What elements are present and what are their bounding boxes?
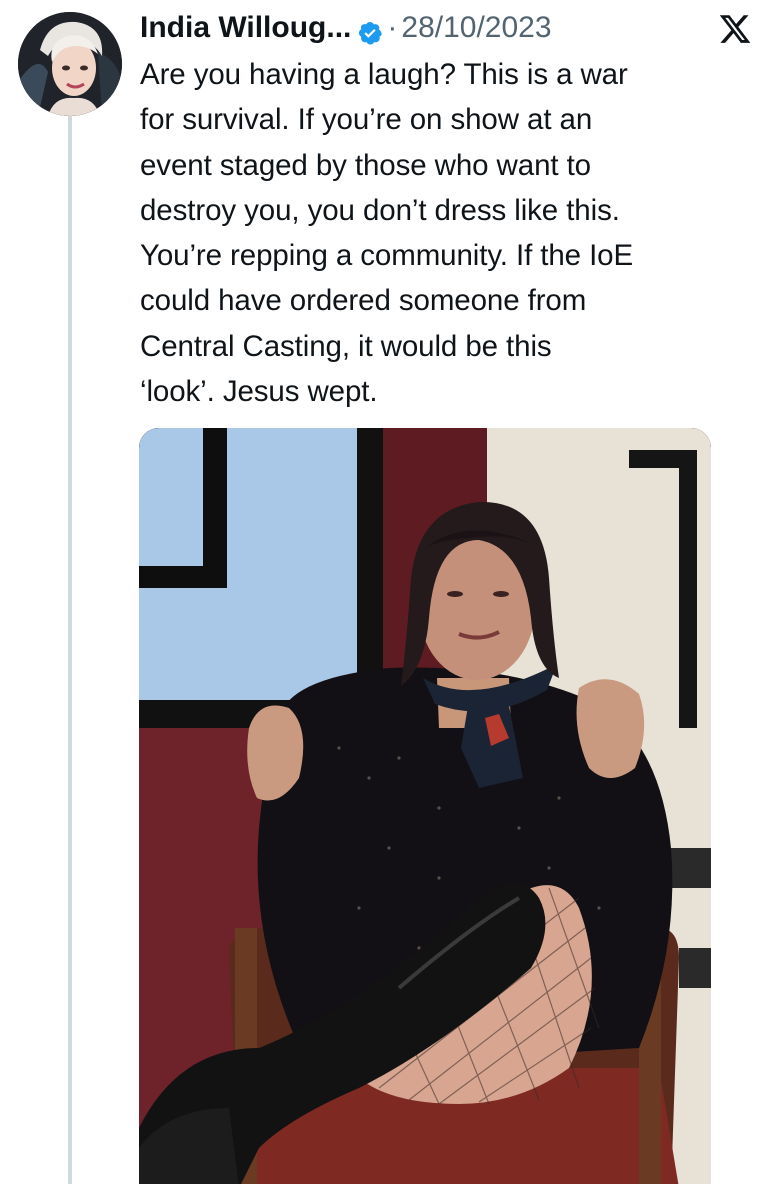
tweet: India Willoug... · 28/10/2023 Are you ha… (0, 0, 770, 1184)
tweet-text-line: event staged by those who want to (140, 148, 591, 182)
thread-line (68, 116, 72, 1184)
avatar-photo (18, 12, 122, 116)
tweet-text-line: You’re repping a community. If the IoE (140, 239, 634, 273)
tweet-text-line: could have ordered someone from (140, 284, 587, 318)
verified-badge-icon (357, 15, 383, 45)
tweet-text-line: destroy you, you don’t dress like this. (140, 193, 620, 227)
tweet-media-photo[interactable] (139, 428, 711, 1184)
tweet-text-line: Are you having a laugh? This is a war (140, 58, 628, 91)
photo-illustration (139, 428, 711, 1184)
author-name[interactable]: India Willoug... (140, 6, 351, 50)
tweet-text-line: ‘look’. Jesus wept. (140, 375, 378, 409)
x-logo-icon[interactable] (718, 12, 752, 46)
tweet-header: India Willoug... · 28/10/2023 (140, 6, 760, 50)
timestamp[interactable]: 28/10/2023 (401, 6, 551, 50)
tweet-text-line: for survival. If you’re on show at an (140, 103, 593, 137)
avatar[interactable] (18, 12, 122, 116)
tweet-text-line: Central Casting, it would be this (140, 329, 552, 363)
header-separator: · (387, 11, 398, 44)
tweet-text: Are you having a laugh? This is a war fo… (140, 52, 740, 414)
